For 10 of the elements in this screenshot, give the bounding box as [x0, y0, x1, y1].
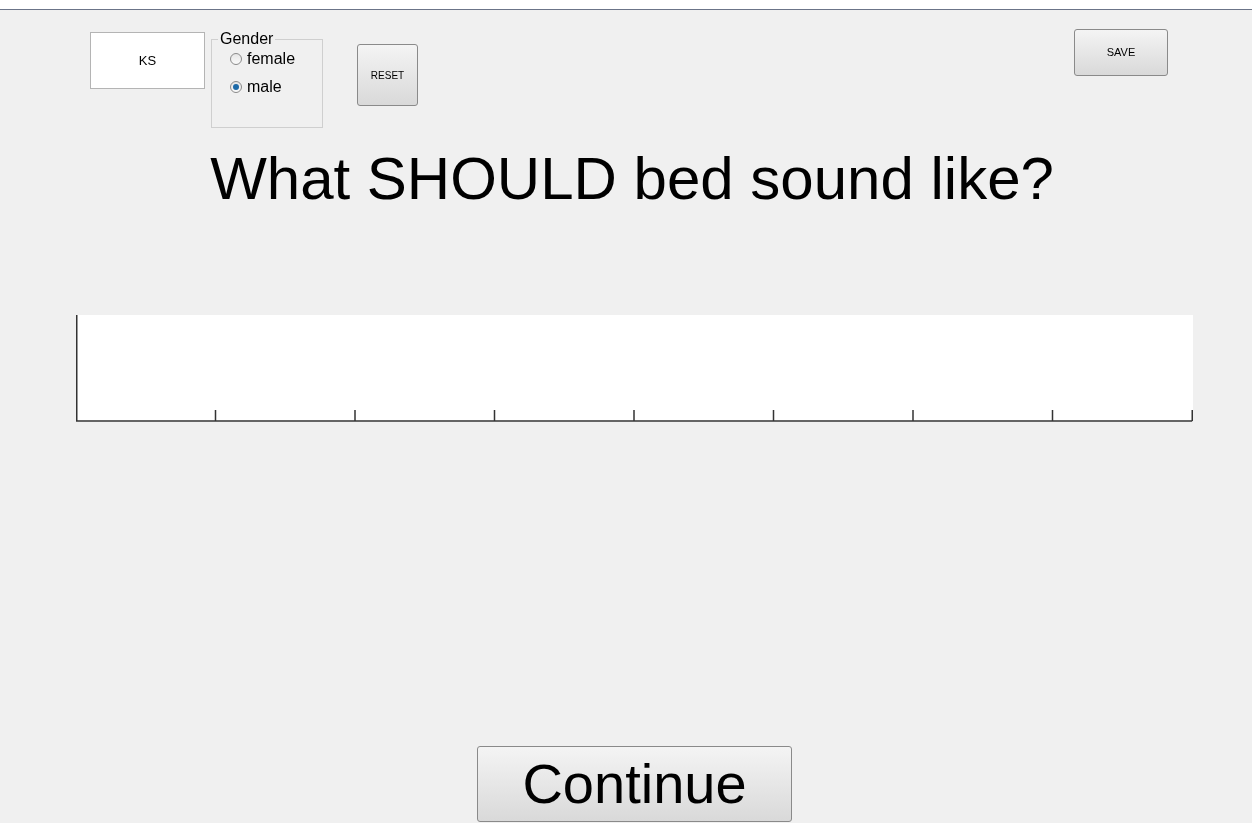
radio-label: female — [247, 50, 296, 68]
reset-button[interactable]: RESET — [357, 44, 418, 106]
radio-button[interactable] — [230, 81, 242, 93]
group-label: Gender — [219, 30, 275, 48]
save-button[interactable]: SAVE — [1074, 29, 1168, 76]
initials-field[interactable]: KS — [90, 32, 205, 89]
continue-button[interactable]: Continue — [477, 746, 792, 822]
radio-button[interactable] — [230, 53, 242, 65]
radio-label: male — [247, 78, 282, 96]
question-heading: What SHOULD bed sound like? — [210, 147, 1054, 211]
